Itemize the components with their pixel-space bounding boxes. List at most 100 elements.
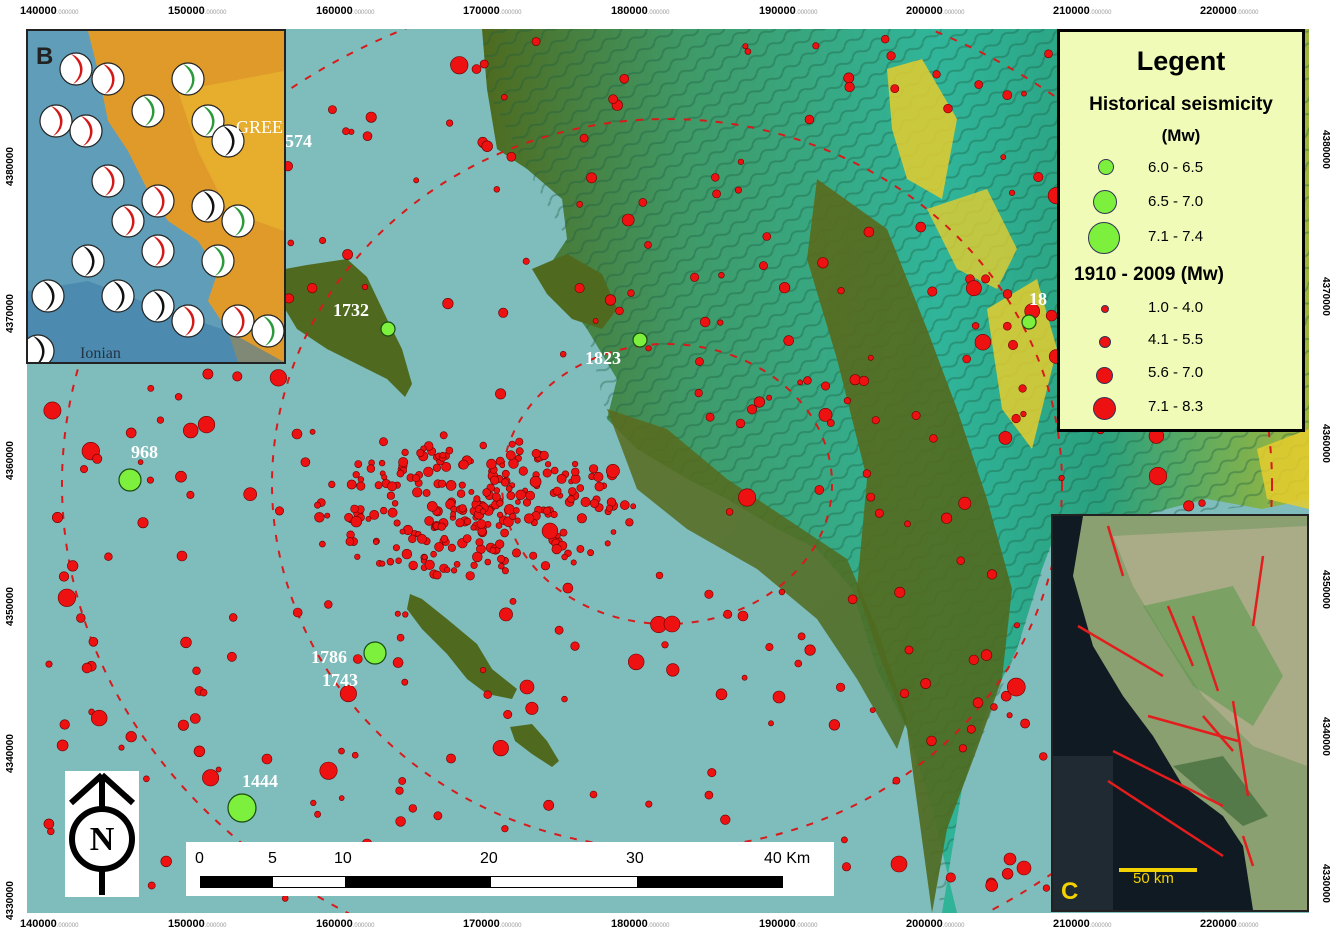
x-tick-bot-2: 160000.000000 xyxy=(316,918,375,930)
quake-marker-392 xyxy=(958,744,968,753)
quake-marker-33 xyxy=(542,468,552,478)
quake-marker-479 xyxy=(734,186,742,194)
quake-marker-455 xyxy=(737,158,745,165)
quake-marker-168 xyxy=(509,512,517,521)
quake-marker-201 xyxy=(432,570,442,580)
inset-c-satellite: 50 km C xyxy=(1051,514,1309,912)
quake-marker-544 xyxy=(307,283,318,294)
quake-marker-158 xyxy=(422,489,431,497)
quake-marker-126 xyxy=(513,507,520,514)
quake-marker-463 xyxy=(645,800,653,808)
quake-marker-336 xyxy=(327,105,337,114)
quake-marker-376 xyxy=(821,381,831,391)
quake-marker-452 xyxy=(226,651,237,662)
quake-marker-412 xyxy=(522,257,530,265)
legend-inst-class-1: 1.0 - 4.0 xyxy=(1148,299,1204,316)
y-tick-left-0: 4380000 xyxy=(5,147,16,186)
quake-marker-218 xyxy=(416,533,427,544)
quake-marker-275 xyxy=(753,396,766,408)
quake-marker-84 xyxy=(408,560,418,571)
quake-marker-221 xyxy=(486,458,497,470)
quake-marker-212 xyxy=(559,528,568,537)
x-tick-bot-7: 210000.000000 xyxy=(1053,918,1112,930)
quake-marker-331 xyxy=(1018,384,1027,393)
quake-marker-550 xyxy=(338,747,345,755)
quake-marker-478 xyxy=(966,724,976,734)
quake-marker-477 xyxy=(666,663,680,677)
quake-marker-407 xyxy=(396,633,405,642)
x-tick-top-4: 180000.000000 xyxy=(611,5,670,17)
quake-marker-521 xyxy=(803,376,812,385)
quake-marker-88 xyxy=(475,538,484,547)
quake-marker-165 xyxy=(499,462,506,469)
scale-tick-5: 5 xyxy=(268,850,277,867)
quake-marker-483 xyxy=(1020,410,1027,418)
legend: Legent Historical seismicity (Mw) 6.0 - … xyxy=(1057,29,1305,432)
quake-marker-384 xyxy=(892,776,901,785)
north-arrow: N xyxy=(65,771,139,897)
quake-marker-519 xyxy=(342,249,353,260)
legend-symbol-inst-1 xyxy=(1101,305,1109,313)
focal-mechanism-icon xyxy=(221,304,255,338)
quake-marker-443 xyxy=(43,818,55,830)
y-tick-left-5: 4330000 xyxy=(5,881,16,920)
quake-marker-427 xyxy=(56,739,69,752)
scale-segment-3 xyxy=(345,876,491,888)
quake-marker-317 xyxy=(531,37,541,46)
quake-marker-6 xyxy=(571,460,579,468)
quake-marker-325 xyxy=(493,186,500,193)
quake-marker-244 xyxy=(506,491,516,501)
inset-b-canvas xyxy=(28,31,284,362)
quake-marker-362 xyxy=(694,389,703,398)
inset-c-label: C xyxy=(1061,878,1079,905)
quake-marker-567 xyxy=(183,422,199,439)
quake-marker-143 xyxy=(387,507,398,518)
quake-marker-428 xyxy=(980,649,993,661)
quake-marker-93 xyxy=(576,545,585,553)
quake-marker-206 xyxy=(426,501,438,512)
quake-marker-237 xyxy=(391,500,399,507)
quake-marker-520 xyxy=(998,431,1013,445)
x-tick-top-0: 140000.000000 xyxy=(20,5,79,17)
focal-mechanism-icon xyxy=(31,279,65,313)
inset-b-sea: Ionian xyxy=(80,345,121,362)
quake-marker-552 xyxy=(499,607,513,622)
quake-marker-415 xyxy=(863,226,875,238)
quake-marker-326 xyxy=(927,286,938,297)
historical-quake-4 xyxy=(363,641,387,665)
focal-mechanism-icon xyxy=(251,314,284,348)
quake-marker-159 xyxy=(625,518,634,527)
quake-marker-139 xyxy=(576,513,587,524)
quake-marker-353 xyxy=(309,428,316,435)
quake-marker-296 xyxy=(814,485,825,495)
quake-marker-202 xyxy=(439,451,447,459)
quake-marker-541 xyxy=(985,879,999,892)
quake-marker-162 xyxy=(515,499,521,505)
quake-marker-577 xyxy=(519,679,535,695)
historical-quake-0 xyxy=(118,468,142,492)
quake-marker-490 xyxy=(695,357,704,366)
quake-marker-332 xyxy=(586,172,597,184)
legend-symbol-hist-medium xyxy=(1093,190,1117,214)
quake-marker-131 xyxy=(450,511,456,518)
quake-marker-543 xyxy=(778,588,786,596)
quake-marker-26 xyxy=(438,479,447,488)
quake-marker-160 xyxy=(515,447,524,456)
quake-marker-484 xyxy=(543,799,555,811)
x-tick-top-6: 200000.000000 xyxy=(906,5,965,17)
quake-marker-554 xyxy=(655,571,664,580)
legend-hist-class-1: 6.0 - 6.5 xyxy=(1148,159,1204,176)
quake-marker-366 xyxy=(215,766,222,773)
quake-marker-345 xyxy=(366,464,376,473)
quake-marker-453 xyxy=(1198,499,1206,507)
quake-marker-421 xyxy=(559,351,567,358)
legend-symbol-inst-3 xyxy=(1096,367,1113,384)
quake-marker-122 xyxy=(514,517,521,524)
quake-marker-342 xyxy=(812,42,820,50)
quake-marker-307 xyxy=(503,709,513,719)
quake-marker-279 xyxy=(186,490,195,499)
quake-marker-223 xyxy=(497,511,504,519)
y-tick-left-2: 4360000 xyxy=(5,441,16,480)
quake-marker-32 xyxy=(511,548,521,558)
quake-marker-348 xyxy=(338,795,345,801)
